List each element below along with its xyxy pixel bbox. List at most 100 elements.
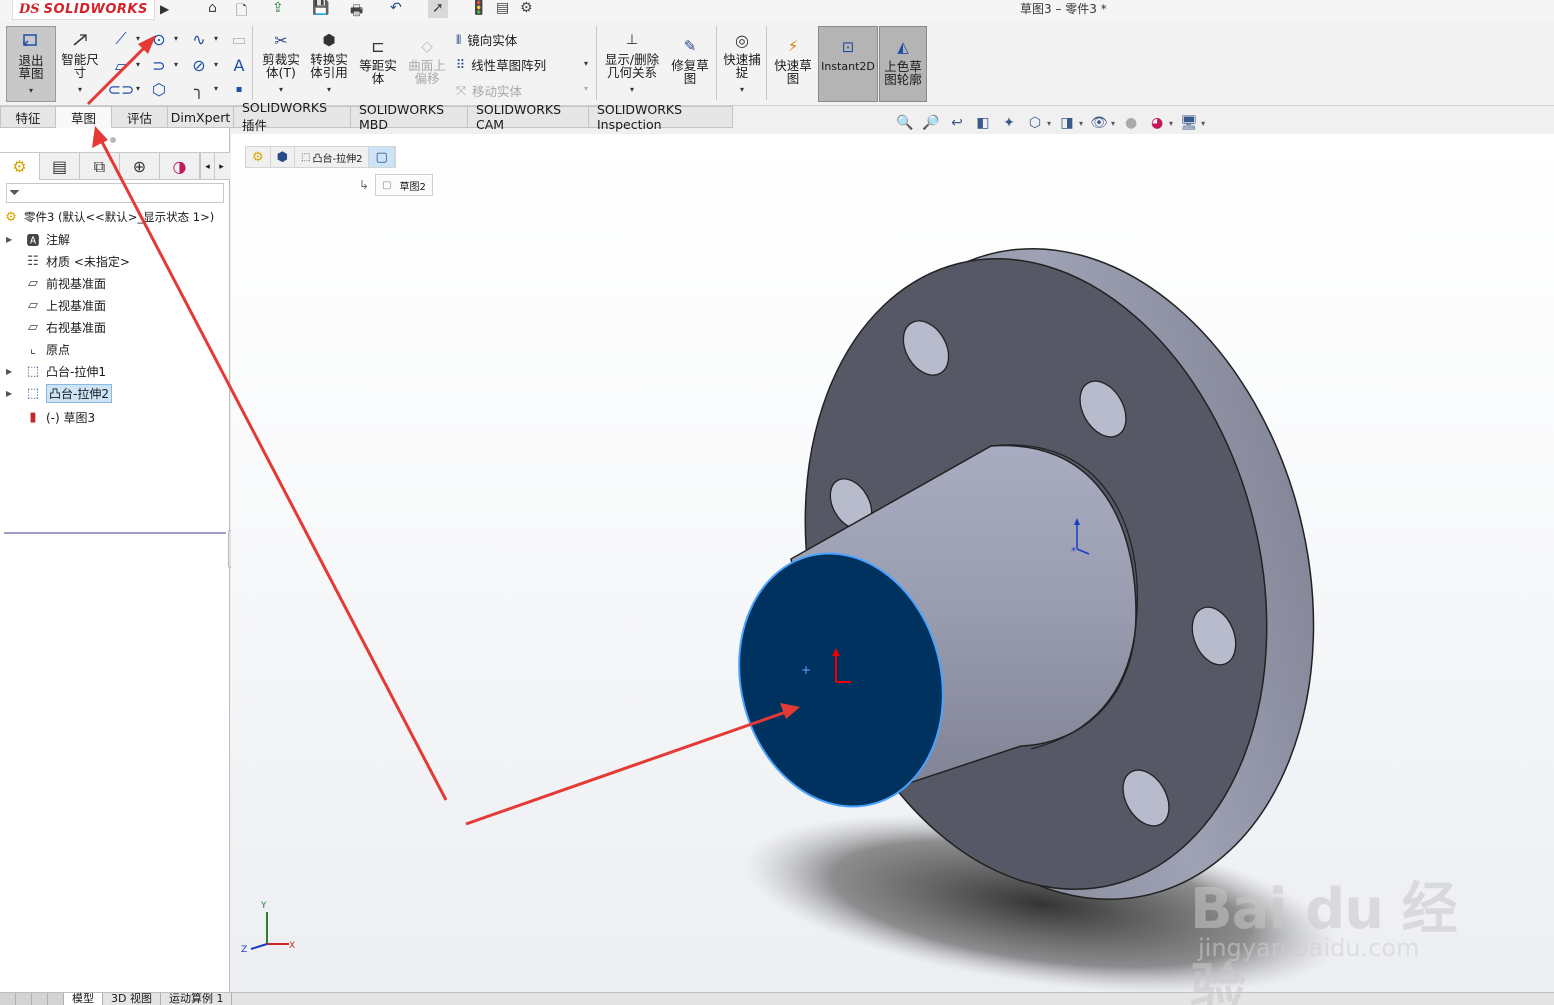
- tree-item-sketch3[interactable]: ▮ (-) 草图3: [0, 406, 230, 428]
- panel-scroll-right-icon[interactable]: ▸: [214, 153, 228, 180]
- exit-sketch-button[interactable]: 退出草图 ▾: [6, 26, 56, 102]
- chevron-down-icon[interactable]: ▾: [214, 34, 218, 43]
- fillet-tool-icon[interactable]: ╮: [188, 80, 210, 99]
- tab-nav-last-icon[interactable]: [48, 993, 64, 1005]
- panel-grip[interactable]: [110, 137, 116, 143]
- expand-arrow-icon[interactable]: ▶: [6, 367, 16, 376]
- undo-icon[interactable]: ↶: [390, 0, 402, 18]
- tab-cam[interactable]: SOLIDWORKS CAM: [468, 102, 589, 132]
- chevron-down-icon[interactable]: ▾: [327, 83, 331, 96]
- repair-sketch-button[interactable]: ✎ 修复草图: [668, 36, 712, 85]
- offset-on-surface-button[interactable]: ◇ 曲面上偏移: [404, 36, 450, 85]
- tab-3d-view[interactable]: 3D 视图: [103, 993, 161, 1005]
- view-settings-icon[interactable]: 🖥: [1179, 113, 1199, 133]
- zoom-to-area-icon[interactable]: 🔎: [921, 113, 941, 133]
- trim-entities-button[interactable]: ✂ 剪裁实体(T) ▾: [258, 30, 304, 96]
- previous-view-icon[interactable]: ↩: [947, 113, 967, 133]
- home-icon[interactable]: ⌂: [208, 0, 217, 18]
- rectangle-tool-icon[interactable]: ▱: [110, 56, 132, 75]
- feature-manager-tab-icon[interactable]: ⚙: [0, 153, 40, 180]
- open-icon[interactable]: ⇪: [272, 0, 284, 18]
- chevron-down-icon[interactable]: ▾: [214, 84, 218, 93]
- solidworks-logo[interactable]: DS SOLIDWORKS: [12, 0, 155, 20]
- chevron-down-icon[interactable]: ▾: [136, 34, 140, 43]
- polygon-tool-icon[interactable]: ⬡: [148, 80, 170, 99]
- options-gear-icon[interactable]: ⚙: [520, 0, 533, 18]
- select-cursor-icon[interactable]: ➚: [428, 0, 448, 18]
- tree-item-right-plane[interactable]: ▱ 右视基准面: [0, 316, 230, 338]
- tab-nav-first-icon[interactable]: [0, 993, 16, 1005]
- tab-features[interactable]: 特征: [0, 106, 56, 128]
- mirror-entities-button[interactable]: ⫴ 镜向实体: [456, 30, 517, 49]
- offset-entities-button[interactable]: ⊏ 等距实体: [354, 36, 402, 85]
- tab-nav-prev-icon[interactable]: [16, 993, 32, 1005]
- tab-motion-study[interactable]: 运动算例 1: [161, 993, 233, 1005]
- chevron-down-icon[interactable]: ▾: [136, 60, 140, 69]
- section-view-icon[interactable]: ◧: [973, 113, 993, 133]
- tab-nav-next-icon[interactable]: [32, 993, 48, 1005]
- shaded-contours-button[interactable]: ◭ 上色草图轮廓: [879, 26, 927, 102]
- display-relations-button[interactable]: ⊥ 显示/删除几何关系 ▾: [600, 30, 664, 96]
- expand-arrow-icon[interactable]: ▶: [6, 389, 16, 398]
- slot-tool-icon[interactable]: ⊃: [148, 56, 170, 75]
- rollback-bar[interactable]: [4, 532, 226, 534]
- linear-pattern-button[interactable]: ⠿ 线性草图阵列: [456, 55, 546, 74]
- point-tool-icon[interactable]: ▪: [228, 80, 250, 98]
- tab-addins[interactable]: SOLIDWORKS 插件: [234, 100, 351, 133]
- tab-mbd[interactable]: SOLIDWORKS MBD: [351, 102, 468, 132]
- display-style-icon[interactable]: ◨: [1057, 113, 1077, 133]
- straight-slot-icon[interactable]: ⊂⊃: [108, 80, 135, 99]
- expand-arrow-icon[interactable]: ▶: [6, 235, 16, 244]
- menu-expand-icon[interactable]: ▶: [160, 2, 169, 16]
- tab-sketch[interactable]: 草图: [56, 106, 112, 128]
- smart-dimension-button[interactable]: 智能尺寸 ▾: [58, 30, 102, 96]
- panel-scroll-left-icon[interactable]: ◂: [200, 153, 214, 180]
- text-tool-icon[interactable]: A: [228, 56, 250, 75]
- tree-filter[interactable]: ⏷: [6, 183, 224, 203]
- instant2d-button[interactable]: ⊡ Instant2D: [818, 26, 878, 102]
- chevron-down-icon[interactable]: ▾: [584, 84, 588, 93]
- breadcrumb-face-icon[interactable]: ▢: [369, 147, 395, 167]
- chevron-down-icon[interactable]: ▾: [1169, 119, 1173, 128]
- tree-item-boss-extrude1[interactable]: ▶ ⬚ 凸台-拉伸1: [0, 360, 230, 382]
- tree-item-material[interactable]: ☷ 材质 <未指定>: [0, 250, 230, 272]
- ellipse-tool-icon[interactable]: ⊘: [188, 56, 210, 75]
- rebuild-icon[interactable]: 🚦: [470, 0, 487, 18]
- chevron-down-icon[interactable]: ▾: [630, 83, 634, 96]
- chevron-down-icon[interactable]: ▾: [1079, 119, 1083, 128]
- tree-item-boss-extrude2[interactable]: ▶ ⬚ 凸台-拉伸2: [0, 382, 230, 404]
- view-orientation-icon[interactable]: ⬡: [1025, 113, 1045, 133]
- breadcrumb-part-icon[interactable]: ⚙: [246, 147, 271, 167]
- breadcrumb-sketch[interactable]: ▢ 草图2: [375, 174, 433, 196]
- dimxpert-manager-tab-icon[interactable]: ⊕: [120, 153, 160, 180]
- tab-inspection[interactable]: SOLIDWORKS Inspection: [589, 102, 733, 132]
- chevron-down-icon[interactable]: ▾: [78, 83, 82, 96]
- chevron-down-icon[interactable]: ▾: [740, 83, 744, 96]
- tab-dimxpert[interactable]: DimXpert: [168, 106, 234, 128]
- tree-item-front-plane[interactable]: ▱ 前视基准面: [0, 272, 230, 294]
- spline-tool-icon[interactable]: ∿: [188, 30, 210, 49]
- tree-item-annotations[interactable]: ▶ 🅰 注解: [0, 228, 230, 250]
- edit-appearance-icon[interactable]: ●: [1121, 113, 1141, 133]
- chevron-down-icon[interactable]: ▾: [1047, 119, 1051, 128]
- chevron-down-icon[interactable]: ▾: [279, 83, 283, 96]
- property-manager-tab-icon[interactable]: ▤: [40, 153, 80, 180]
- move-entities-button[interactable]: ⤧ 移动实体: [456, 81, 522, 100]
- file-properties-icon[interactable]: ▤: [496, 0, 509, 18]
- configuration-manager-tab-icon[interactable]: ⧉: [80, 153, 120, 180]
- display-manager-tab-icon[interactable]: ◑: [160, 153, 200, 180]
- tree-root[interactable]: ⚙ 零件3 (默认<<默认>_显示状态 1>): [0, 206, 230, 228]
- tree-item-top-plane[interactable]: ▱ 上视基准面: [0, 294, 230, 316]
- chevron-down-icon[interactable]: ▾: [174, 60, 178, 69]
- convert-entities-button[interactable]: ⬢ 转换实体引用 ▾: [306, 30, 352, 96]
- quick-snaps-button[interactable]: ◎ 快速捕捉 ▾: [720, 30, 764, 96]
- apply-scene-icon[interactable]: ◕: [1147, 113, 1167, 133]
- circle-tool-icon[interactable]: ⊙: [148, 30, 170, 49]
- zoom-to-fit-icon[interactable]: 🔍: [895, 113, 915, 133]
- plane-tool-icon[interactable]: ▭: [228, 30, 250, 49]
- rapid-sketch-button[interactable]: ⚡ 快速草图: [770, 36, 816, 85]
- dynamic-annotation-icon[interactable]: ✦: [999, 113, 1019, 133]
- hide-show-items-icon[interactable]: 👁: [1089, 113, 1109, 133]
- chevron-down-icon[interactable]: ▾: [29, 84, 33, 97]
- chevron-down-icon[interactable]: ▾: [174, 34, 178, 43]
